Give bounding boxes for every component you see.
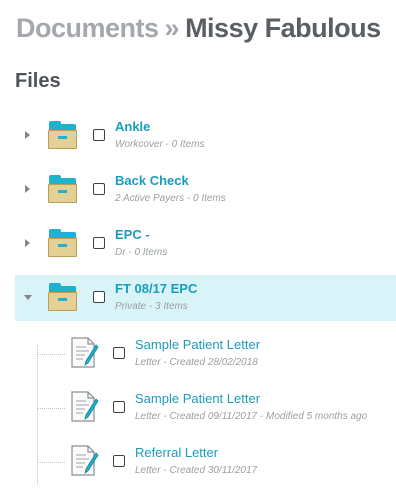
folder-title[interactable]: Back Check (115, 173, 189, 188)
letter-document-icon[interactable] (69, 391, 99, 423)
folder-icon[interactable] (48, 175, 78, 205)
caret-right-icon[interactable] (25, 185, 30, 193)
document-checkbox[interactable] (113, 347, 125, 359)
caret-right-icon[interactable] (25, 131, 30, 139)
document-subtitle: Letter - Created 30/11/2017 (135, 465, 258, 476)
breadcrumb-separator: » (164, 13, 180, 43)
folder-row-ft-08-17-epc[interactable]: FT 08/17 EPC Private - 3 Items (15, 275, 396, 321)
breadcrumb-documents-link[interactable]: Documents (16, 13, 159, 43)
caret-right-icon[interactable] (25, 239, 30, 247)
folder-subtitle: 2 Active Payers - 0 Items (115, 193, 226, 204)
folder-icon[interactable] (48, 283, 78, 313)
document-subtitle: Letter - Created 09/11/2017 - Modified 5… (135, 411, 368, 422)
folder-subtitle: Private - 3 Items (115, 301, 188, 312)
document-title[interactable]: Sample Patient Letter (135, 391, 260, 406)
document-title[interactable]: Referral Letter (135, 445, 218, 460)
folder-checkbox[interactable] (93, 291, 105, 303)
document-title[interactable]: Sample Patient Letter (135, 337, 260, 352)
folder-subtitle: Dr - 0 Items (115, 247, 168, 258)
breadcrumb: Documents» Missy Fabulous (16, 13, 381, 44)
folder-row-ankle[interactable]: Ankle Workcover - 0 Items (15, 113, 396, 159)
document-checkbox[interactable] (113, 455, 125, 467)
folder-title[interactable]: EPC - (115, 227, 150, 242)
breadcrumb-current: Missy Fabulous (185, 13, 381, 43)
letter-document-icon[interactable] (69, 337, 99, 369)
folder-checkbox[interactable] (93, 183, 105, 195)
tree-branch-line (37, 354, 65, 355)
document-row[interactable]: Referral Letter Letter - Created 30/11/2… (15, 435, 396, 489)
document-row[interactable]: Sample Patient Letter Letter - Created 0… (15, 381, 396, 435)
folder-title[interactable]: Ankle (115, 119, 150, 134)
caret-down-icon[interactable] (24, 295, 32, 300)
folder-icon[interactable] (48, 121, 78, 151)
folder-row-epc[interactable]: EPC - Dr - 0 Items (15, 221, 396, 267)
letter-document-icon[interactable] (69, 445, 99, 477)
document-row[interactable]: Sample Patient Letter Letter - Created 2… (15, 327, 396, 381)
section-title-files: Files (15, 70, 61, 92)
folder-subtitle: Workcover - 0 Items (115, 139, 205, 150)
folder-checkbox[interactable] (93, 237, 105, 249)
document-subtitle: Letter - Created 28/02/2018 (135, 357, 258, 368)
folder-checkbox[interactable] (93, 129, 105, 141)
document-checkbox[interactable] (113, 401, 125, 413)
folder-row-back-check[interactable]: Back Check 2 Active Payers - 0 Items (15, 167, 396, 213)
folder-icon[interactable] (48, 229, 78, 259)
tree-branch-line (37, 408, 65, 409)
folder-title[interactable]: FT 08/17 EPC (115, 281, 197, 296)
tree-branch-line (37, 462, 65, 463)
